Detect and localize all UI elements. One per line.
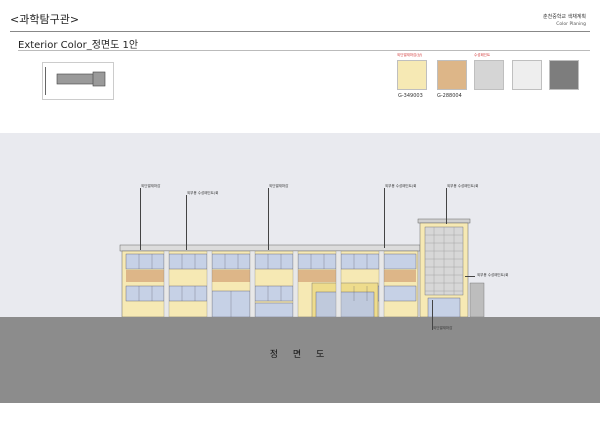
callout-6: 외부용 수성페인트(회 [477, 273, 509, 277]
ground-band [0, 317, 600, 403]
leader-line-3 [268, 188, 269, 250]
leader-line-4 [384, 188, 385, 248]
leader-line-1 [140, 188, 141, 250]
callout-2: 외부용 수성페인트(회 [187, 191, 219, 195]
stair-tower [417, 218, 485, 318]
callout-5: 외부용 수성페인트(회 [447, 184, 479, 188]
callout-3: 외단열재마감 [269, 184, 289, 188]
callout-7: 외단열재마감 [433, 326, 453, 330]
elevation-title: 정 면 도 [269, 350, 331, 360]
leader-line-5 [446, 188, 447, 224]
main-building [119, 244, 421, 318]
callout-4: 외부용 수성페인트(회 [385, 184, 417, 188]
leader-line-6 [465, 276, 475, 277]
callout-1: 외단열재마감 [141, 184, 161, 188]
leader-line-2 [186, 195, 187, 250]
